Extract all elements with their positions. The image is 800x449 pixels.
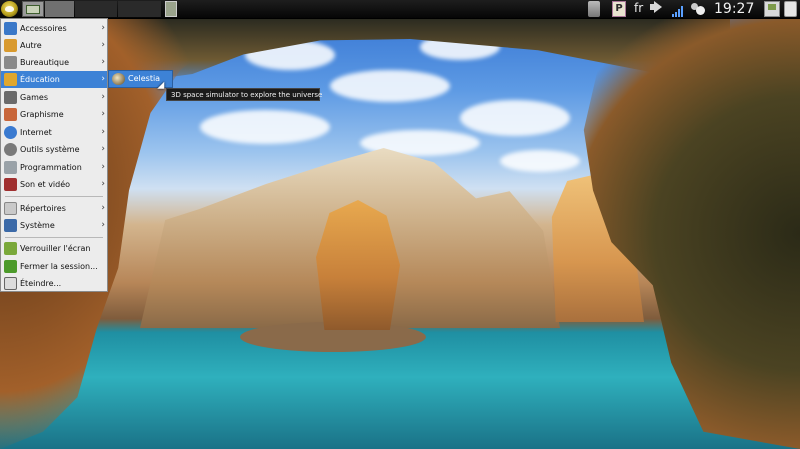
chevron-right-icon: ›	[101, 144, 105, 154]
chevron-right-icon: ›	[101, 57, 105, 67]
phone-icon[interactable]	[784, 1, 797, 17]
menu-item-lock-screen[interactable]: Verrouiller l'écran	[1, 240, 107, 257]
desktop-wallpaper	[0, 0, 800, 449]
p-app-icon[interactable]: P	[612, 1, 626, 17]
chevron-right-icon: ›	[101, 40, 105, 50]
menu-item-label: Programmation	[20, 163, 82, 172]
menu-item-programmation[interactable]: Programmation ›	[1, 159, 107, 176]
wallpaper-cloud	[500, 150, 580, 172]
volume-icon[interactable]	[650, 1, 666, 17]
graphics-icon	[4, 108, 17, 121]
top-panel: P fr 19:27	[0, 0, 800, 19]
system-tools-icon	[4, 143, 17, 156]
lock-screen-icon	[4, 242, 17, 255]
menu-item-label: Games	[20, 93, 48, 102]
menu-item-autre[interactable]: Autre ›	[1, 37, 107, 54]
chevron-right-icon: ›	[101, 92, 105, 102]
menu-item-label: Éducation	[20, 75, 60, 84]
submenu-item-celestia[interactable]: Celestia	[128, 71, 160, 87]
taskbar-button[interactable]	[75, 1, 117, 17]
menu-item-games[interactable]: Games ›	[1, 89, 107, 106]
wallpaper-cloud	[200, 110, 330, 144]
menu-item-logout[interactable]: Fermer la session...	[1, 258, 107, 275]
keyboard-language-indicator[interactable]: fr	[634, 1, 643, 17]
shutdown-icon	[4, 277, 17, 290]
monitor-icon[interactable]	[764, 1, 780, 17]
chevron-right-icon: ›	[101, 74, 105, 84]
menu-item-outils-systeme[interactable]: Outils système ›	[1, 141, 107, 158]
menu-item-accessoires[interactable]: Accessoires ›	[1, 20, 107, 37]
menu-item-graphisme[interactable]: Graphisme ›	[1, 106, 107, 123]
wallpaper-cloud	[330, 70, 450, 102]
directories-icon	[4, 202, 17, 215]
users-icon[interactable]	[690, 1, 706, 17]
taskbar-button-active[interactable]	[45, 1, 74, 17]
chevron-right-icon: ›	[101, 109, 105, 119]
logout-icon	[4, 260, 17, 273]
office-icon	[4, 56, 17, 69]
folder-icon[interactable]	[165, 1, 177, 17]
menu-item-label: Répertoires	[20, 204, 66, 213]
games-icon	[4, 91, 17, 104]
wallpaper-sea-stack	[316, 200, 400, 330]
network-signal-icon[interactable]	[672, 1, 686, 17]
chevron-right-icon: ›	[101, 23, 105, 33]
chevron-right-icon: ›	[101, 127, 105, 137]
internet-icon	[4, 126, 17, 139]
menu-item-label: Verrouiller l'écran	[20, 244, 91, 253]
menu-item-shutdown[interactable]: Éteindre...	[1, 275, 107, 292]
wallpaper-cloud	[460, 100, 570, 136]
menu-item-label: Système	[20, 221, 55, 230]
menu-separator	[5, 196, 103, 197]
education-icon	[4, 73, 17, 86]
system-icon	[4, 219, 17, 232]
celestia-icon	[112, 73, 125, 85]
clock[interactable]: 19:27	[714, 1, 754, 17]
menu-item-label: Bureautique	[20, 58, 69, 67]
menu-item-systeme[interactable]: Système ›	[1, 217, 107, 234]
menu-item-label: Son et vidéo	[20, 180, 71, 189]
menu-item-label: Accessoires	[20, 24, 67, 33]
menu-item-son-et-video[interactable]: Son et vidéo ›	[1, 176, 107, 193]
menu-item-education[interactable]: Éducation ›	[1, 71, 107, 88]
chevron-right-icon: ›	[101, 203, 105, 213]
menu-item-bureautique[interactable]: Bureautique ›	[1, 54, 107, 71]
start-menu: Accessoires › Autre › Bureautique › Éduc…	[0, 18, 108, 292]
file-manager-icon[interactable]	[22, 1, 44, 17]
menu-item-repertoires[interactable]: Répertoires ›	[1, 200, 107, 217]
menu-separator	[5, 237, 103, 238]
menu-item-label: Graphisme	[20, 110, 64, 119]
programming-icon	[4, 161, 17, 174]
trash-icon[interactable]	[588, 1, 600, 17]
sound-video-icon	[4, 178, 17, 191]
start-menu-icon[interactable]	[1, 1, 18, 17]
menu-item-internet[interactable]: Internet ›	[1, 124, 107, 141]
chevron-right-icon: ›	[101, 220, 105, 230]
menu-item-label: Outils système	[20, 145, 80, 154]
chevron-right-icon: ›	[101, 179, 105, 189]
chevron-right-icon: ›	[101, 162, 105, 172]
menu-item-label: Autre	[20, 41, 42, 50]
other-icon	[4, 39, 17, 52]
accessories-icon	[4, 22, 17, 35]
taskbar-button[interactable]	[118, 1, 161, 17]
menu-item-label: Éteindre...	[20, 279, 62, 288]
tooltip: 3D space simulator to explore the univer…	[166, 88, 322, 101]
menu-item-label: Fermer la session...	[20, 262, 98, 271]
menu-item-label: Internet	[20, 128, 52, 137]
